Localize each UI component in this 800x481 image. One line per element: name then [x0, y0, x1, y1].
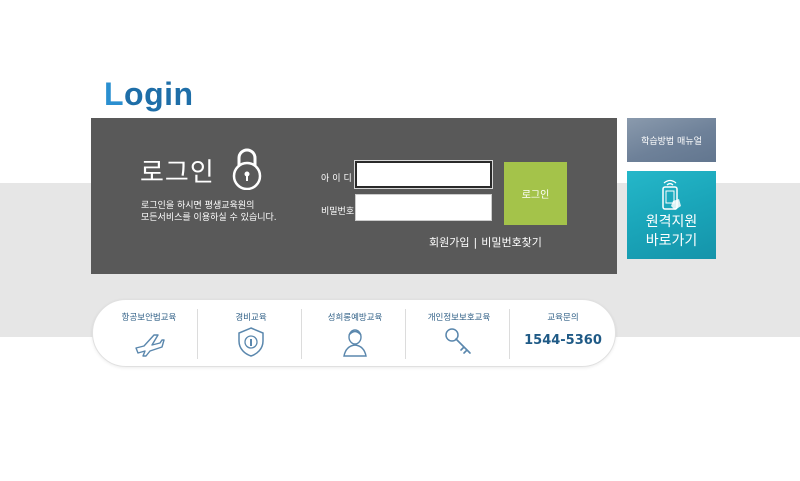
- edu-item-guard[interactable]: 경비교육: [199, 300, 303, 368]
- edu-item-privacy[interactable]: 개인정보보호교육: [407, 300, 511, 368]
- remote-support-label: 원격지원 바로가기: [645, 214, 698, 249]
- login-heading: 로그인: [140, 158, 215, 188]
- edu-divider: [405, 309, 406, 359]
- edu-item-aviation-security[interactable]: 항공보안법교육: [97, 300, 201, 368]
- find-password-link[interactable]: 비밀번호찾기: [481, 236, 542, 249]
- edu-divider: [301, 309, 302, 359]
- login-description: 로그인을 하시면 평생교육원의 모든서비스를 이용하실 수 있습니다.: [141, 201, 277, 223]
- signup-link[interactable]: 회원가입: [429, 236, 469, 249]
- learning-manual-label: 학습방법 매뉴얼: [641, 136, 702, 147]
- password-input[interactable]: [355, 194, 492, 221]
- login-button[interactable]: 로그인: [504, 162, 567, 225]
- page-title: Login: [104, 76, 194, 112]
- learning-manual-button[interactable]: 학습방법 매뉴얼: [627, 118, 716, 162]
- login-panel: 로그인 로그인을 하시면 평생교육원의 모든서비스를 이용하실 수 있습니다. …: [91, 118, 617, 274]
- account-links: 회원가입 | 비밀번호찾기: [429, 234, 542, 250]
- id-input[interactable]: [355, 161, 492, 188]
- shield-icon: [238, 327, 264, 357]
- education-bar: 항공보안법교육 경비교육 성희롱예방교육 개인정보보호교육 교육문의 1544-…: [92, 299, 616, 367]
- link-separator: |: [473, 236, 478, 249]
- login-page: Login 로그인 로그인을 하시면 평생교육원의 모든서비스를 이용하실 수 …: [0, 0, 800, 481]
- remote-support-button[interactable]: 원격지원 바로가기: [627, 171, 716, 259]
- id-label: 아이디: [321, 174, 355, 184]
- edu-divider: [197, 309, 198, 359]
- password-label: 비밀번호: [321, 207, 355, 217]
- airplane-icon: [135, 334, 165, 357]
- person-icon: [343, 329, 367, 357]
- edu-divider: [509, 309, 510, 359]
- key-icon: [445, 328, 471, 354]
- remote-phone-icon: [662, 179, 681, 210]
- edu-item-harassment-prevention[interactable]: 성희롱예방교육: [303, 300, 407, 368]
- lock-icon: [232, 148, 262, 190]
- inquiry-phone: 1544-5360: [524, 333, 602, 348]
- edu-item-inquiry[interactable]: 교육문의 1544-5360: [511, 300, 615, 368]
